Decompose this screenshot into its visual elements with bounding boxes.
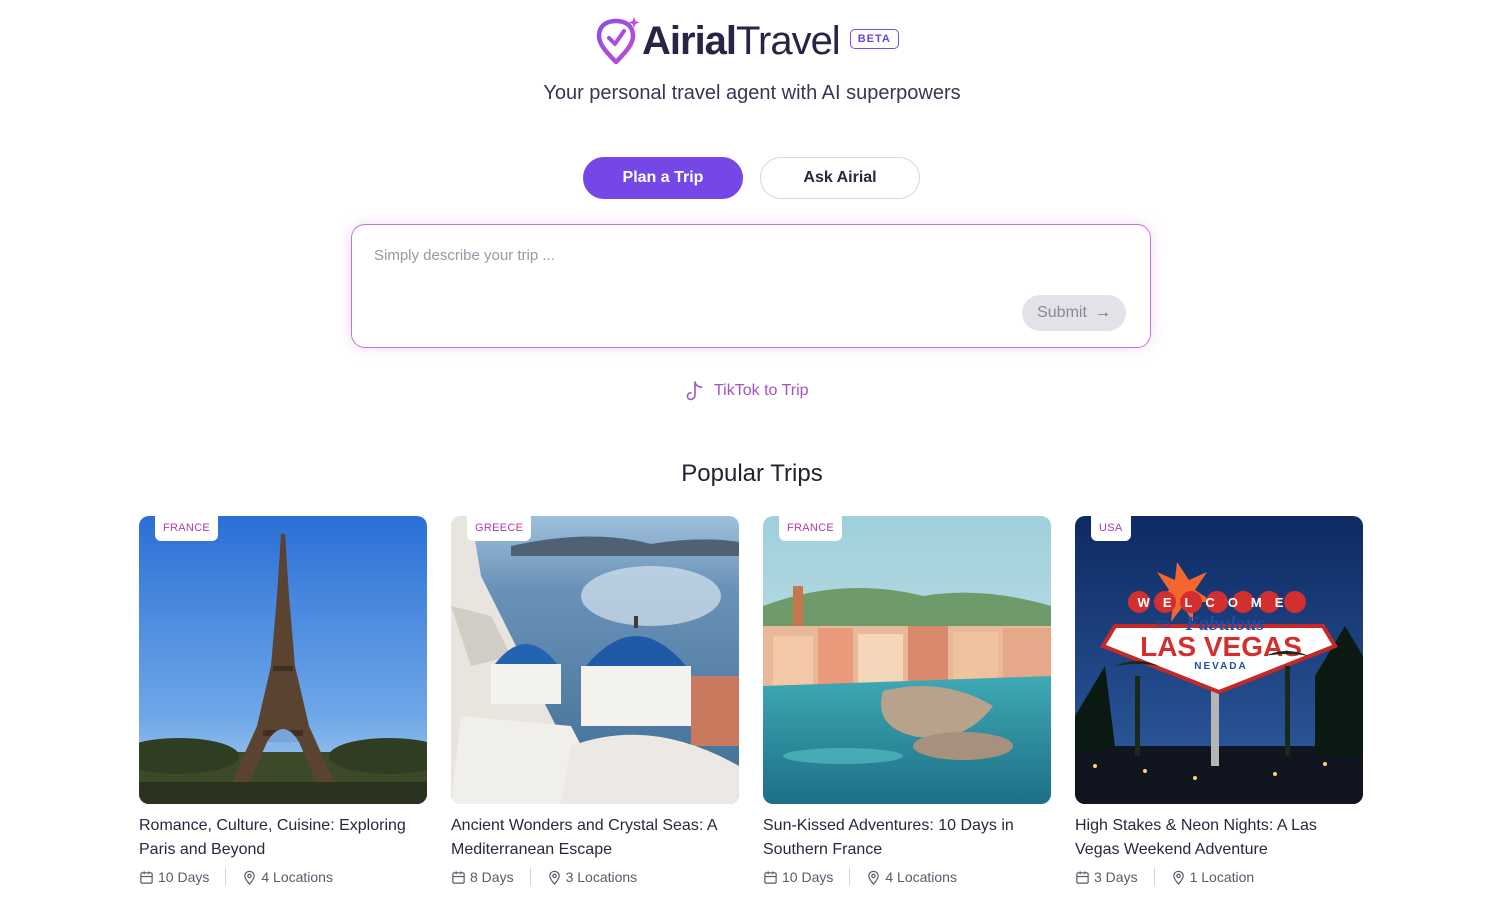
calendar-icon <box>452 870 465 884</box>
country-badge: GREECE <box>467 516 532 541</box>
calendar-icon <box>140 870 153 884</box>
brand-logo[interactable]: AirialTravel BETA <box>596 16 899 66</box>
trip-locations: 3 Locations <box>547 869 638 885</box>
calendar-icon <box>1076 870 1089 884</box>
eiffel-tower-photo <box>139 516 427 804</box>
sign-to: TO <box>1155 619 1171 631</box>
tiktok-to-trip-link[interactable]: TikTok to Trip <box>686 380 809 402</box>
ask-airial-button[interactable]: Ask Airial <box>760 157 920 199</box>
trip-card[interactable]: GREECE Ancient Wonders and Crystal Seas:… <box>451 516 739 886</box>
sign-welcome: WELCOME <box>1138 595 1297 610</box>
trip-meta: 8 Days 3 Locations <box>451 868 739 886</box>
header: AirialTravel BETA Your personal travel a… <box>0 0 1504 120</box>
calendar-icon <box>764 870 777 884</box>
meta-divider <box>225 868 227 886</box>
trip-card[interactable]: FRANCE Sun-Kissed Adventures: 10 Days in… <box>763 516 1051 886</box>
popular-trips-list: FRANCE Romance, Culture, Cuisine: Explor… <box>139 516 1363 886</box>
map-pin-icon <box>548 870 560 885</box>
trip-card[interactable]: FRANCE Romance, Culture, Cuisine: Explor… <box>139 516 427 886</box>
trip-duration: 8 Days <box>451 869 514 885</box>
location-heart-sparkle-icon <box>596 17 640 65</box>
sign-city: LAS VEGAS <box>1140 631 1302 662</box>
trip-location-count: 1 Location <box>1189 869 1255 885</box>
meta-divider <box>1153 868 1155 886</box>
tagline: Your personal travel agent with AI super… <box>543 82 961 104</box>
trip-duration: 10 Days <box>763 869 833 885</box>
submit-label: Submit <box>1037 304 1087 321</box>
map-pin-icon <box>1172 870 1184 885</box>
trip-description-input[interactable] <box>374 243 1014 267</box>
trip-image: WELCOME TO Fabulous LAS VEGAS NEVADA USA <box>1075 516 1363 804</box>
map-pin-icon <box>868 870 880 885</box>
trip-image: GREECE <box>451 516 739 804</box>
tiktok-icon <box>686 381 703 401</box>
country-badge: USA <box>1091 516 1131 541</box>
meta-divider <box>529 868 531 886</box>
trip-locations: 4 Locations <box>866 869 957 885</box>
plan-trip-button[interactable]: Plan a Trip <box>583 157 743 199</box>
trip-image: FRANCE <box>763 516 1051 804</box>
trip-meta: 10 Days 4 Locations <box>763 868 1051 886</box>
trip-card[interactable]: WELCOME TO Fabulous LAS VEGAS NEVADA USA… <box>1075 516 1363 886</box>
trip-location-count: 3 Locations <box>565 869 638 885</box>
las-vegas-sign-photo: WELCOME TO Fabulous LAS VEGAS NEVADA <box>1075 516 1363 804</box>
trip-duration: 10 Days <box>139 869 209 885</box>
trip-title: Ancient Wonders and Crystal Seas: A Medi… <box>451 817 717 858</box>
trip-location-count: 4 Locations <box>885 869 957 885</box>
trip-days: 10 Days <box>782 869 834 885</box>
popular-trips-title: Popular Trips <box>681 460 823 487</box>
trip-location-count: 4 Locations <box>261 869 333 885</box>
saint-tropez-coast-photo <box>763 516 1051 804</box>
country-badge: FRANCE <box>155 516 219 541</box>
santorini-blue-domes-photo <box>451 516 739 804</box>
submit-button[interactable]: Submit → <box>1022 295 1126 331</box>
trip-prompt-box: Submit → <box>351 224 1151 348</box>
mode-tabs: Plan a Trip Ask Airial <box>583 157 920 199</box>
brand-name-light: Travel <box>736 19 841 63</box>
brand-name: AirialTravel <box>642 16 841 66</box>
arrow-right-icon: → <box>1094 304 1111 321</box>
trip-days: 10 Days <box>158 869 210 885</box>
trip-title: Romance, Culture, Cuisine: Exploring Par… <box>139 817 406 858</box>
trip-title: High Stakes & Neon Nights: A Las Vegas W… <box>1075 817 1317 858</box>
brand-name-bold: Airial <box>642 19 737 63</box>
meta-divider <box>849 868 851 886</box>
trip-locations: 1 Location <box>1171 869 1255 885</box>
trip-title: Sun-Kissed Adventures: 10 Days in Southe… <box>763 817 1014 858</box>
trip-image: FRANCE <box>139 516 427 804</box>
trip-meta: 10 Days 4 Locations <box>139 868 427 886</box>
trip-days: 8 Days <box>470 869 514 885</box>
tiktok-to-trip-label: TikTok to Trip <box>714 382 809 399</box>
trip-days: 3 Days <box>1094 869 1138 885</box>
country-badge: FRANCE <box>779 516 843 541</box>
sign-state: NEVADA <box>1194 661 1247 672</box>
trip-meta: 3 Days 1 Location <box>1075 868 1363 886</box>
map-pin-icon <box>244 870 256 885</box>
trip-duration: 3 Days <box>1075 869 1138 885</box>
beta-badge: BETA <box>849 29 899 49</box>
trip-locations: 4 Locations <box>242 869 333 885</box>
